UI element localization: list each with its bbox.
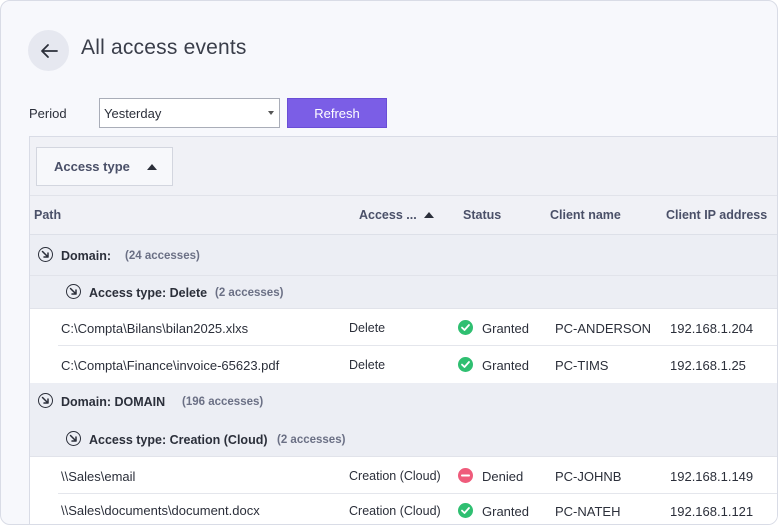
table-row[interactable]: C:\Compta\Bilans\bilan2025.xlxs Delete G… [30, 309, 777, 346]
cell-status: Granted [482, 321, 529, 336]
column-header-row: Path Access ... Status Client name Clien… [30, 196, 777, 235]
column-header-status[interactable]: Status [463, 208, 501, 222]
column-header-path[interactable]: Path [34, 208, 61, 222]
cell-client-name: PC-NATEH [555, 504, 621, 519]
back-button[interactable] [28, 30, 69, 71]
table-row[interactable]: \\Sales\documents\document.docx Creation… [30, 494, 777, 524]
cell-client-ip: 192.168.1.149 [670, 469, 754, 484]
group-type-count: (2 accesses) [277, 434, 346, 446]
group-row-domain[interactable]: Domain: DOMAIN (196 accesses) [30, 383, 777, 424]
cell-status: Granted [482, 504, 529, 519]
page-title: All access events [81, 36, 247, 59]
column-header-client-ip[interactable]: Client IP address [666, 208, 767, 222]
cell-path: C:\Compta\Bilans\bilan2025.xlxs [61, 321, 249, 336]
check-circle-icon [458, 320, 473, 335]
cell-status: Granted [482, 358, 529, 373]
app-window: All access events Period Yesterday Refre… [0, 0, 778, 525]
access-events-grid: Access type Path Access ... Status Clien… [29, 136, 777, 524]
cell-access: Creation (Cloud) [349, 504, 441, 518]
group-type-label: Access type: Delete [89, 286, 208, 300]
period-label: Period [29, 106, 67, 121]
group-domain-label: Domain: DOMAIN [61, 395, 166, 409]
sort-ascending-icon [423, 212, 434, 218]
cell-access: Delete [349, 321, 386, 335]
table-row[interactable]: C:\Compta\Finance\invoice-65623.pdf Dele… [30, 346, 777, 383]
cell-client-ip: 192.168.1.204 [670, 321, 754, 336]
group-by-panel: Access type [30, 137, 777, 196]
cell-status: Denied [482, 469, 524, 484]
group-domain-count: (24 accesses) [125, 250, 200, 262]
chevron-down-icon [268, 111, 274, 115]
group-row-domain[interactable]: Domain: (24 accesses) [30, 235, 777, 276]
check-circle-icon [458, 503, 473, 518]
sort-ascending-icon[interactable] [146, 163, 157, 170]
collapse-arrow-icon[interactable] [66, 431, 81, 446]
arrow-left-icon [40, 43, 58, 58]
group-chip-label: Access type [54, 159, 130, 174]
check-circle-icon [458, 357, 473, 372]
refresh-button[interactable]: Refresh [287, 98, 387, 128]
cell-path: C:\Compta\Finance\invoice-65623.pdf [61, 358, 280, 373]
cell-access: Delete [349, 358, 386, 372]
cell-path: \\Sales\documents\document.docx [61, 503, 260, 518]
collapse-arrow-icon[interactable] [38, 247, 53, 262]
cell-client-name: PC-JOHNB [555, 469, 622, 484]
cell-client-ip: 192.168.1.121 [670, 504, 754, 519]
cell-client-ip: 192.168.1.25 [670, 358, 746, 373]
collapse-arrow-icon[interactable] [66, 284, 81, 299]
group-domain-count: (196 accesses) [182, 396, 264, 408]
column-header-client-name[interactable]: Client name [550, 208, 621, 222]
cell-path: \\Sales\email [61, 469, 136, 484]
group-row-access-type[interactable]: Access type: Delete (2 accesses) [30, 276, 777, 309]
period-select[interactable]: Yesterday [99, 98, 280, 128]
period-select-value: Yesterday [104, 106, 162, 121]
table-row[interactable]: \\Sales\email Creation (Cloud) Denied PC… [30, 457, 777, 494]
cell-client-name: PC-ANDERSON [555, 321, 652, 336]
group-type-label: Access type: Creation (Cloud) [89, 433, 268, 447]
group-domain-label: Domain: [61, 249, 111, 263]
collapse-arrow-icon[interactable] [38, 393, 53, 408]
group-type-count: (2 accesses) [215, 287, 284, 299]
cell-access: Creation (Cloud) [349, 469, 441, 483]
cell-client-name: PC-TIMS [555, 358, 609, 373]
group-chip-access-type[interactable]: Access type [36, 147, 173, 186]
column-header-access[interactable]: Access ... [359, 208, 434, 222]
group-row-access-type[interactable]: Access type: Creation (Cloud) (2 accesse… [30, 423, 777, 457]
minus-circle-icon [458, 468, 473, 483]
